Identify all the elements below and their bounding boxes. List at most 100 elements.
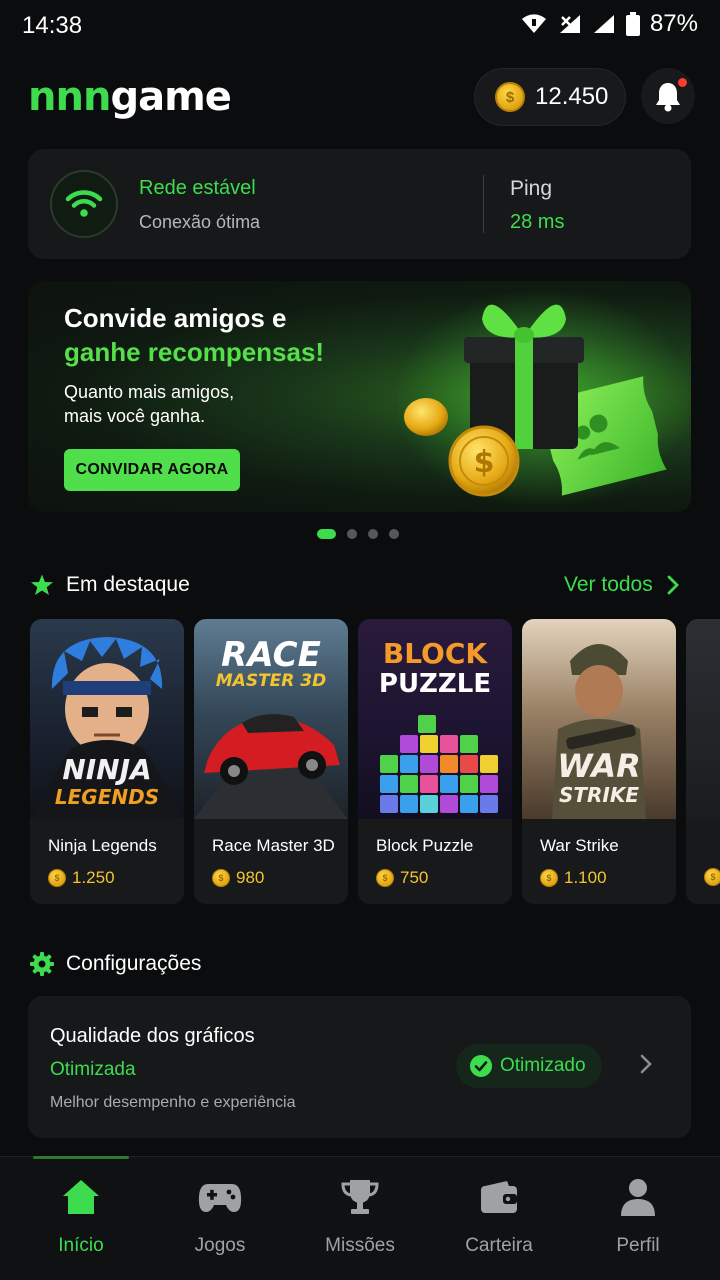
nav-games[interactable]: Jogos [160, 1175, 280, 1257]
game-art-title: NINJA [62, 753, 152, 786]
gear-icon [30, 952, 54, 976]
notification-badge [678, 78, 687, 87]
wifi-icon-container [50, 170, 118, 238]
featured-games-carousel[interactable]: NINJA LEGENDS Ninja Legends $1.250 RACE … [30, 619, 720, 905]
game-price-value: 750 [400, 868, 429, 887]
pagination-dot[interactable] [347, 529, 357, 539]
game-card-race-master-3d[interactable]: RACE MASTER 3D Race Master 3D $980 [194, 619, 348, 904]
coin-icon: $ [495, 82, 525, 112]
ping-label: Ping [510, 177, 553, 200]
banner-title-line-1: Convide amigos e [64, 303, 287, 333]
game-name: Block Puzzle [376, 836, 474, 855]
nav-wallet-label: Carteira [465, 1235, 533, 1256]
game-card-war-strike[interactable]: WAR STRIKE War Strike $1.100 [522, 619, 676, 904]
game-thumbnail: BLOCK PUZZLE [358, 619, 512, 819]
banner-pagination[interactable] [317, 529, 399, 539]
game-thumbnail [686, 619, 720, 819]
optimized-badge: Otimizado [456, 1044, 602, 1088]
setting-title: Qualidade dos gráficos [50, 1025, 255, 1047]
status-time: 14:38 [22, 12, 83, 39]
pagination-dot[interactable] [317, 529, 336, 539]
game-card-ninja-legends[interactable]: NINJA LEGENDS Ninja Legends $1.250 [30, 619, 184, 904]
game-thumbnail: WAR STRIKE [522, 619, 676, 819]
home-icon [63, 1180, 99, 1214]
nav-home-label: Início [58, 1235, 104, 1256]
game-card-block-puzzle[interactable]: BLOCK PUZZLE Block Puzzle $750 [358, 619, 512, 904]
gift-illustration: $ [398, 289, 688, 504]
nav-wallet[interactable]: Carteira [439, 1175, 559, 1257]
nav-home[interactable]: Início [21, 1175, 141, 1257]
wifi-icon [65, 190, 103, 217]
game-thumbnail: RACE MASTER 3D [194, 619, 348, 819]
game-name: Ninja Legends [48, 836, 157, 855]
coin-icon: $ [376, 869, 394, 887]
logo-part-1: nnn [28, 74, 111, 120]
banner-desc-line-1: Quanto mais amigos, [64, 382, 235, 402]
featured-header: Em destaque [30, 573, 190, 597]
logo-part-2: game [110, 74, 231, 120]
game-art-subtitle: PUZZLE [378, 669, 492, 699]
status-icons: 87% [520, 10, 698, 38]
game-card-partial[interactable]: $ [686, 619, 720, 904]
see-all-link[interactable]: Ver todos [564, 573, 679, 597]
graphics-quality-setting[interactable]: Qualidade dos gráficos Otimizada Melhor … [28, 996, 691, 1138]
see-all-label: Ver todos [564, 573, 653, 596]
game-art-subtitle: LEGENDS [54, 785, 160, 809]
wifi-status-icon [521, 14, 546, 33]
game-price: $ [704, 868, 720, 886]
coin-balance[interactable]: $ 12.450 [474, 68, 626, 126]
coin-balance-amount: 12.450 [535, 83, 609, 110]
network-status-card: Rede estável Conexão ótima Ping 28 ms [28, 149, 691, 259]
chevron-right-icon [640, 1054, 652, 1074]
pagination-dot[interactable] [389, 529, 399, 539]
optimized-badge-label: Otimizado [500, 1055, 586, 1076]
game-art-subtitle: MASTER 3D [215, 671, 327, 691]
game-price-value: 980 [236, 868, 265, 887]
check-circle-icon [470, 1055, 492, 1077]
game-art-title: WAR [557, 747, 641, 785]
wallet-icon [481, 1181, 517, 1213]
game-name: Race Master 3D [212, 836, 335, 855]
app-logo: nnngame [28, 74, 232, 120]
network-status-subtitle: Conexão ótima [139, 212, 261, 232]
invite-banner[interactable]: Convide amigos e ganhe recompensas! Quan… [28, 281, 691, 512]
invite-now-button[interactable]: CONVIDAR AGORA [64, 449, 240, 491]
banner-desc-line-2: mais você ganha. [64, 406, 206, 426]
star-icon [31, 574, 53, 595]
signal-x-icon [559, 15, 580, 33]
settings-title: Configurações [66, 952, 202, 975]
ping-value: 28 ms [510, 211, 565, 233]
nav-games-label: Jogos [194, 1235, 246, 1256]
nav-missions[interactable]: Missões [300, 1175, 420, 1257]
game-price: $1.100 [540, 868, 607, 888]
game-art-title: RACE [221, 635, 321, 675]
setting-description: Melhor desempenho e experiência [50, 1094, 296, 1111]
featured-title: Em destaque [66, 573, 190, 596]
game-price: $1.250 [48, 868, 115, 888]
battery-percent: 87% [649, 10, 698, 37]
coin-icon: $ [212, 869, 230, 887]
active-tab-indicator [33, 1156, 129, 1159]
nav-profile[interactable]: Perfil [578, 1175, 698, 1257]
game-price-value: 1.250 [72, 868, 115, 887]
game-price-value: 1.100 [564, 868, 607, 887]
signal-icon [593, 15, 614, 33]
game-art-subtitle: STRIKE [558, 783, 640, 807]
nav-profile-label: Perfil [616, 1235, 660, 1256]
banner-title-line-2: ganhe recompensas! [64, 337, 325, 367]
coin-icon: $ [48, 869, 66, 887]
divider [483, 175, 484, 233]
setting-value: Otimizada [50, 1059, 136, 1080]
trophy-icon [341, 1180, 379, 1214]
battery-icon [625, 12, 640, 36]
bottom-navigation: Início Jogos Missões Carteira Perfil [0, 1156, 720, 1280]
game-price: $980 [212, 868, 264, 888]
settings-header: Configurações [30, 952, 201, 976]
notifications-button[interactable] [641, 68, 695, 124]
network-status-title: Rede estável [139, 177, 256, 199]
gamepad-icon [198, 1184, 242, 1212]
coin-icon: $ [704, 868, 720, 886]
pagination-dot[interactable] [368, 529, 378, 539]
coin-icon: $ [540, 869, 558, 887]
game-art-title: BLOCK [382, 637, 488, 670]
